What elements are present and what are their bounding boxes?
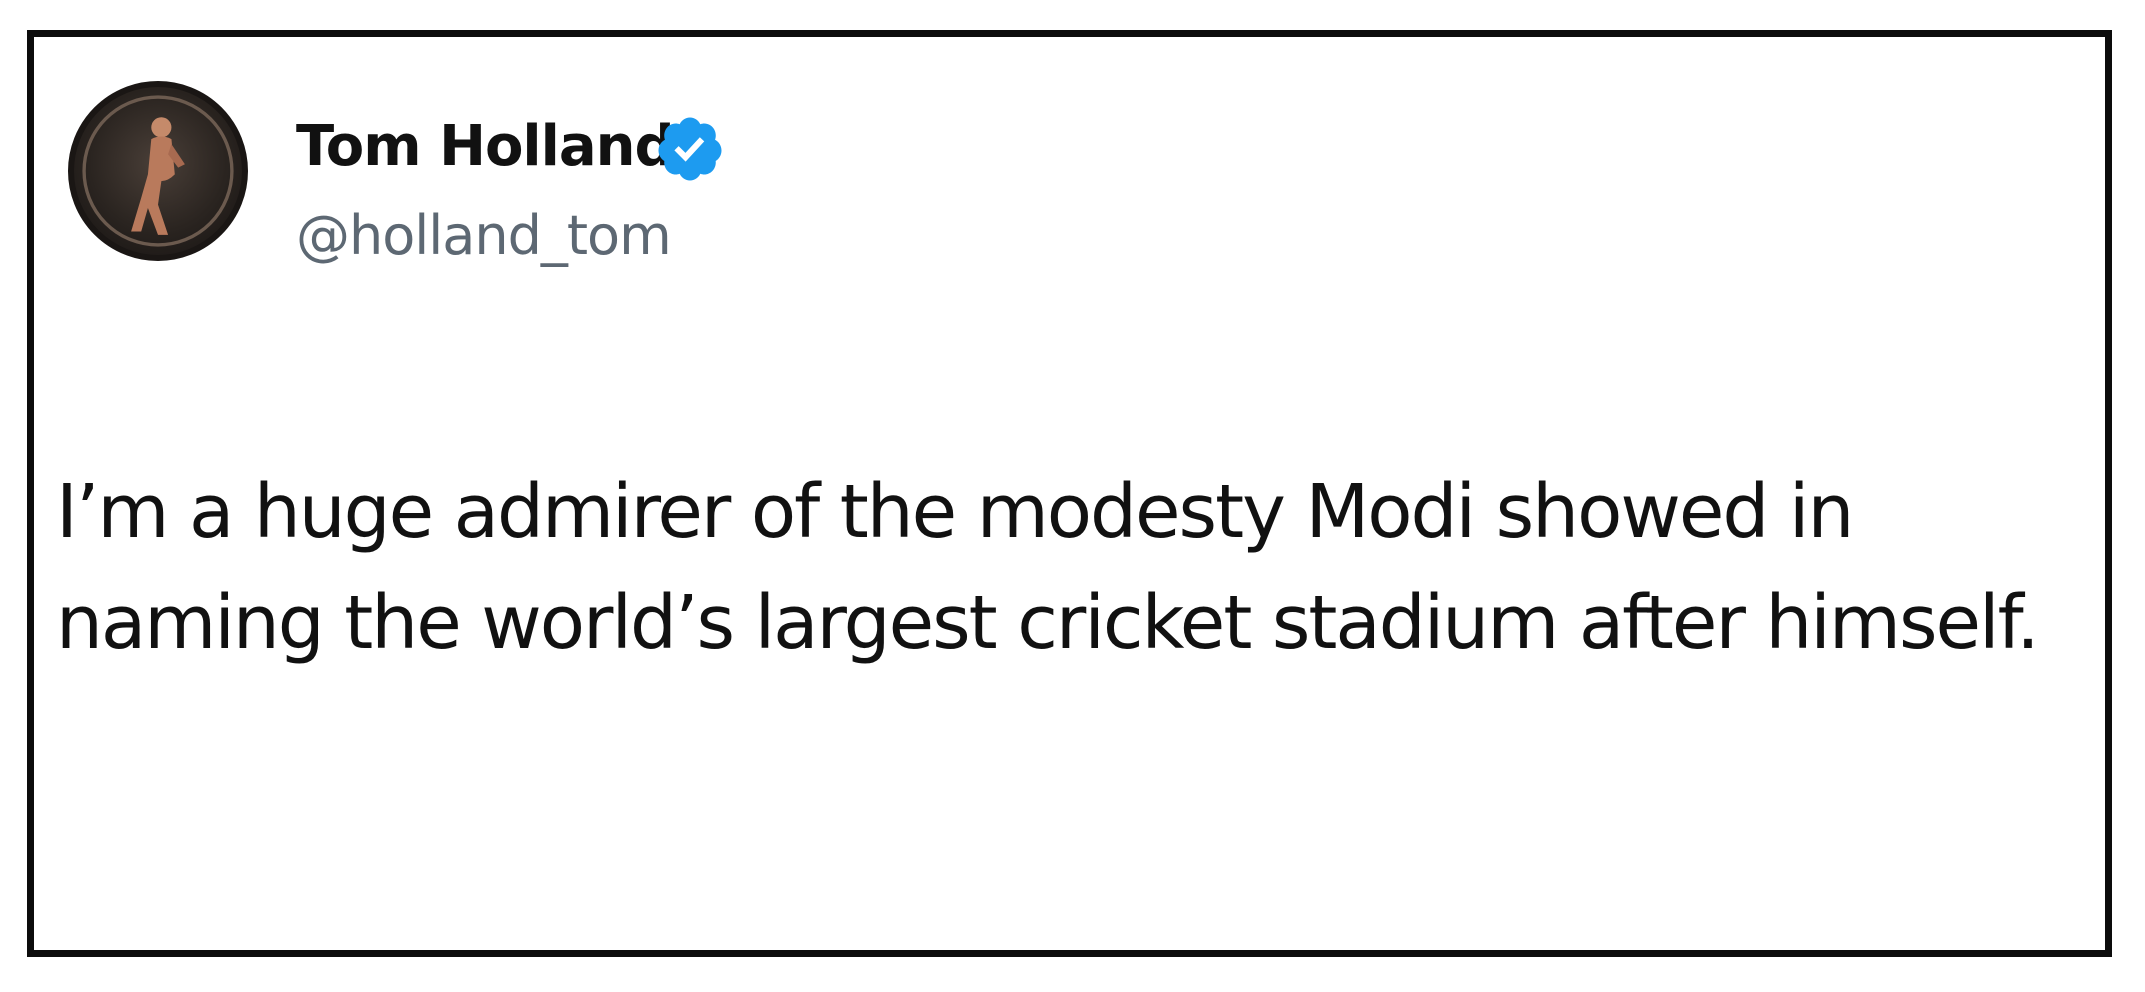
avatar-figure-icon xyxy=(82,95,234,247)
user-handle[interactable]: @holland_tom xyxy=(296,209,672,263)
tweet-card: Tom Holland @holland_tom I’m a huge admi… xyxy=(27,30,2112,957)
user-name[interactable]: Tom Holland xyxy=(296,119,675,175)
verified-badge-icon xyxy=(654,113,726,185)
tweet-text: I’m a huge admirer of the modesty Modi s… xyxy=(56,469,2040,666)
avatar[interactable] xyxy=(68,81,248,261)
